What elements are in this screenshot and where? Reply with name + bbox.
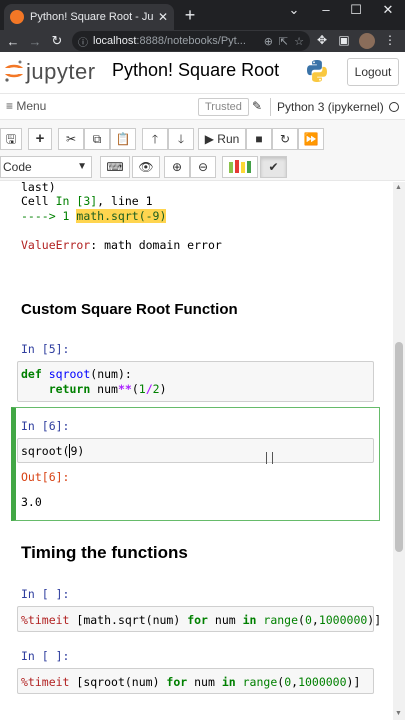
- move-up-button[interactable]: 🡑: [142, 128, 168, 150]
- logout-button[interactable]: Logout: [347, 58, 399, 86]
- cell-output-prompt: Out[6]:: [21, 470, 70, 484]
- window-minimize-button[interactable]: –: [314, 2, 338, 17]
- site-info-icon[interactable]: ⓘ: [78, 34, 88, 49]
- code-line: %timeit [math.sqrt(num) for num in range…: [21, 613, 382, 627]
- restart-button[interactable]: ↻: [272, 128, 298, 150]
- trusted-indicator[interactable]: Trusted: [198, 98, 249, 116]
- chevron-down-icon[interactable]: ⌄: [282, 2, 306, 18]
- cell-prompt: In [ ]:: [21, 587, 70, 601]
- traceback-line: Cell In [3], line 1: [21, 194, 153, 208]
- traceback-line: ----> 1 math.sqrt(-9): [21, 209, 167, 223]
- tab-close-icon[interactable]: ✕: [158, 10, 168, 24]
- extensions-icon[interactable]: ✥: [312, 33, 332, 47]
- play-icon: ▶: [204, 132, 214, 146]
- code-line: def sqroot(num):: [21, 367, 132, 381]
- command-palette-button[interactable]: ⌨: [100, 156, 130, 178]
- zoom-in-icon: ⊕: [171, 160, 183, 174]
- profile-avatar[interactable]: [359, 33, 375, 49]
- cell-prompt: In [ ]:: [21, 649, 70, 663]
- bookmark-star-icon[interactable]: ☆: [294, 35, 304, 48]
- zoom-out-button[interactable]: ⊖: [190, 156, 216, 178]
- zoom-icon[interactable]: ⊕: [264, 35, 273, 48]
- save-icon: 🖫: [5, 132, 17, 146]
- forward-arrow-icon[interactable]: →: [24, 34, 46, 49]
- code-line: return num**(1/2): [48, 382, 167, 396]
- scroll-down-icon[interactable]: ▼: [395, 710, 402, 717]
- text-cursor-icon: [266, 452, 273, 464]
- cell-type-value: Code: [3, 160, 32, 174]
- restart-icon: ↻: [279, 132, 291, 146]
- browser-tab-strip: Python! Square Root - Jupyter No ✕ + ⌄ –…: [0, 0, 405, 30]
- copy-cell-button[interactable]: ⧉: [84, 128, 110, 150]
- cell-type-select[interactable]: Code ▼: [0, 156, 92, 178]
- chevron-down-icon: ▼: [77, 161, 87, 172]
- save-button[interactable]: 🖫: [0, 128, 22, 150]
- scrollbar-thumb[interactable]: [395, 342, 403, 552]
- window-close-button[interactable]: ✕: [376, 2, 400, 18]
- run-button[interactable]: ▶ Run: [198, 128, 246, 150]
- jupyter-favicon-icon: [10, 10, 24, 24]
- jupyter-header: jupyter Python! Square Root Logout: [0, 52, 405, 92]
- browser-tab[interactable]: Python! Square Root - Jupyter No ✕: [4, 4, 174, 30]
- zoom-out-icon: ⊖: [197, 160, 209, 174]
- run-label: Run: [217, 132, 240, 146]
- notebook-toolbar: 🖫 + ✂ ⧉ 📋 🡑 🡓 ▶ Run ■ ↻ ⏩ Code ▼ ⌨ 👁 ⊕ ⊖…: [0, 119, 405, 181]
- cut-cell-button[interactable]: ✂: [58, 128, 84, 150]
- address-bar[interactable]: ⓘ localhost:8888/notebooks/Pyt... ⊕ ⇱ ☆: [72, 31, 310, 51]
- reload-icon[interactable]: ↻: [46, 33, 68, 49]
- paste-icon: 📋: [115, 132, 131, 146]
- interrupt-button[interactable]: ■: [246, 128, 272, 150]
- scroll-up-icon[interactable]: ▲: [395, 184, 402, 191]
- new-tab-button[interactable]: +: [180, 5, 200, 26]
- cell-prompt: In [5]:: [21, 342, 70, 356]
- highlighter-button[interactable]: [222, 156, 258, 178]
- code-line: sqroot(9): [21, 444, 85, 458]
- restart-run-all-button[interactable]: ⏩: [298, 128, 324, 150]
- copy-icon: ⧉: [92, 132, 102, 146]
- menu-bar: ≡ Menu Trusted ✎ Python 3 (ipykernel): [0, 93, 405, 119]
- spellcheck-button[interactable]: ✔: [260, 156, 287, 178]
- eye-icon: 👁: [138, 160, 154, 174]
- tab-title: Python! Square Root - Jupyter No: [30, 11, 154, 23]
- highlighter-icon: [229, 160, 251, 173]
- kernel-name[interactable]: Python 3 (ipykernel): [270, 98, 384, 116]
- side-panel-icon[interactable]: ▣: [334, 33, 354, 47]
- jupyter-logo-text[interactable]: jupyter: [26, 59, 96, 85]
- error-message: ValueError: math domain error: [21, 238, 222, 252]
- section-heading: Timing the functions: [21, 543, 188, 562]
- arrow-down-icon: 🡓: [177, 132, 185, 146]
- spellcheck-icon: ✔: [268, 160, 279, 174]
- arrow-up-icon: 🡑: [151, 132, 159, 146]
- jupyter-logo-icon[interactable]: [4, 59, 24, 83]
- python-logo-icon: [307, 60, 327, 82]
- notebook-title[interactable]: Python! Square Root: [112, 60, 279, 81]
- section-heading: Custom Square Root Function: [21, 301, 238, 318]
- keyboard-icon: ⌨: [106, 160, 124, 174]
- scissors-icon: ✂: [65, 132, 77, 146]
- kernel-status-icon: [389, 102, 399, 112]
- traceback-line: last): [21, 180, 56, 194]
- insert-cell-button[interactable]: +: [28, 128, 52, 150]
- paste-cell-button[interactable]: 📋: [110, 128, 136, 150]
- fast-forward-icon: ⏩: [303, 132, 319, 146]
- edit-pencil-icon[interactable]: ✎: [252, 99, 262, 113]
- code-line: %timeit [sqroot(num) for num in range(0,…: [21, 675, 361, 689]
- stop-icon: ■: [255, 132, 263, 146]
- back-arrow-icon[interactable]: ←: [2, 34, 24, 49]
- window-maximize-button[interactable]: ☐: [344, 2, 368, 18]
- cell-prompt: In [6]:: [21, 419, 70, 433]
- cell-output: 3.0: [21, 495, 42, 509]
- move-down-button[interactable]: 🡓: [168, 128, 194, 150]
- url-text: localhost:8888/notebooks/Pyt...: [93, 35, 246, 47]
- zoom-in-button[interactable]: ⊕: [164, 156, 190, 178]
- more-menu-icon[interactable]: ⋮: [380, 33, 400, 47]
- toggle-visibility-button[interactable]: 👁: [132, 156, 160, 178]
- plus-icon: +: [35, 130, 45, 147]
- share-icon[interactable]: ⇱: [279, 35, 288, 48]
- menu-button[interactable]: ≡ Menu: [6, 99, 46, 113]
